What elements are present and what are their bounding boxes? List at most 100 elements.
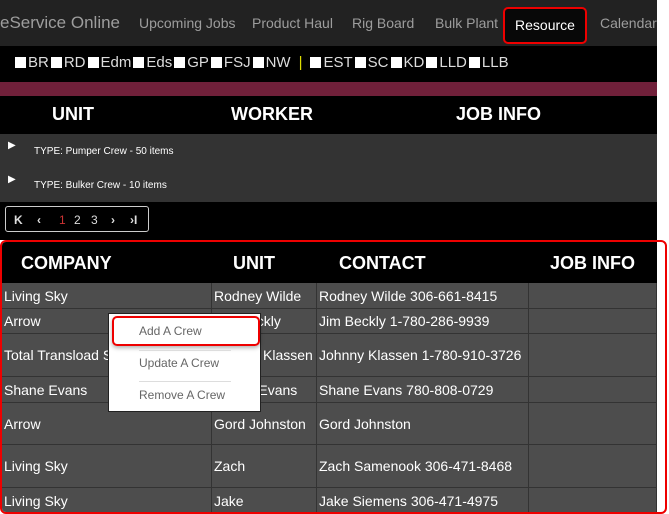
filter-label: SC: [367, 54, 389, 71]
table-row[interactable]: Total Transload Services Johnny Klassen Jo…: [2, 334, 657, 377]
filter-edm[interactable]: Edm: [87, 54, 132, 71]
col-unit[interactable]: UNIT: [52, 104, 94, 125]
filter-rd[interactable]: RD: [50, 54, 86, 71]
filter-br[interactable]: BR: [15, 54, 49, 71]
crew-grid: COMPANY UNIT CONTACT JOB INFO Living Sky…: [0, 240, 667, 514]
last-page-button[interactable]: ›I: [130, 213, 137, 227]
col-worker[interactable]: WORKER: [231, 104, 313, 125]
cell-company: Living Sky: [2, 283, 212, 308]
cell-contact: Shane Evans 780-808-0729: [317, 377, 529, 402]
nav-rig-board[interactable]: Rig Board: [352, 15, 414, 31]
filter-label: Eds: [146, 54, 173, 71]
table-row[interactable]: ArrowJim BecklyJim Beckly 1-780-286-9939: [2, 309, 657, 334]
filter-label: BR: [28, 54, 49, 71]
filter-fsj[interactable]: FSJ: [210, 54, 251, 71]
checkbox[interactable]: [133, 57, 145, 68]
context-menu: Add A Crew Update A Crew Remove A Crew: [108, 313, 261, 412]
checkbox[interactable]: [210, 57, 222, 68]
table-row[interactable]: Shane EvansShane EvansShane Evans 780-80…: [2, 377, 657, 403]
page-2[interactable]: 2: [74, 213, 81, 227]
filter-label: KD: [403, 54, 425, 71]
cell-unit: Rodney Wilde: [212, 283, 317, 308]
nav-calendar[interactable]: Calendar: [600, 15, 657, 31]
checkbox[interactable]: [15, 57, 26, 68]
resource-table-header: UNIT WORKER JOB INFO: [0, 96, 657, 134]
cell-contact: Rodney Wilde 306-661-8415: [317, 283, 529, 308]
col-unit[interactable]: UNIT: [233, 253, 275, 274]
group-row-pumper[interactable]: ▶ TYPE: Pumper Crew - 50 items: [0, 134, 657, 168]
cell-job: [529, 334, 657, 376]
group-label: TYPE: Bulker Crew - 10 items: [34, 180, 167, 191]
divider-band: [0, 82, 657, 96]
filter-llb[interactable]: LLB: [468, 54, 509, 71]
nav-resource[interactable]: Resource: [503, 7, 587, 44]
cell-contact: Jim Beckly 1-780-286-9939: [317, 309, 529, 333]
district-filters: BR RD Edm Eds GP FSJ NW | EST SC KD LLD LLB: [0, 46, 657, 82]
first-page-button[interactable]: K: [14, 213, 23, 227]
col-contact[interactable]: CONTACT: [339, 253, 426, 274]
checkbox[interactable]: [426, 57, 438, 68]
menu-divider: [139, 381, 231, 382]
nav-product-haul[interactable]: Product Haul: [252, 15, 333, 31]
filter-label: EST: [323, 54, 353, 71]
checkbox[interactable]: [390, 57, 402, 68]
group-row-bulker[interactable]: ▶ TYPE: Bulker Crew - 10 items: [0, 168, 657, 202]
cell-contact: Zach Samenook 306-471-8468: [317, 445, 529, 487]
menu-remove-crew[interactable]: Remove A Crew: [139, 388, 225, 402]
brand-link[interactable]: eService Online: [0, 13, 120, 33]
menu-update-crew[interactable]: Update A Crew: [139, 356, 219, 370]
filter-lld[interactable]: LLD: [426, 54, 467, 71]
filter-label: Edm: [100, 54, 132, 71]
top-nav: eService Online Upcoming Jobs Product Ha…: [0, 0, 657, 46]
checkbox[interactable]: [174, 57, 186, 68]
cell-contact: Jake Siemens 306-471-4975: [317, 488, 529, 512]
cell-job: [529, 309, 657, 333]
nav-upcoming-jobs[interactable]: Upcoming Jobs: [139, 15, 236, 31]
table-row[interactable]: Living Sky Jake Jake Siemens 306-471-4975: [2, 488, 657, 512]
checkbox[interactable]: [50, 57, 62, 68]
cell-company: Living Sky: [2, 445, 212, 487]
page-1[interactable]: 1: [59, 213, 66, 227]
cell-job: [529, 403, 657, 444]
filter-kd[interactable]: KD: [390, 54, 425, 71]
grid-header: COMPANY UNIT CONTACT JOB INFO: [2, 242, 657, 283]
prev-page-button[interactable]: ‹: [37, 213, 41, 227]
table-row[interactable]: Arrow Gord Johnston Gord Johnston: [2, 403, 657, 445]
next-page-button[interactable]: ›: [111, 213, 115, 227]
cell-job: [529, 445, 657, 487]
page-3[interactable]: 3: [91, 213, 98, 227]
filter-sc[interactable]: SC: [354, 54, 389, 71]
table-row[interactable]: Living Sky Rodney Wilde Rodney Wilde 306-6…: [2, 283, 657, 309]
cell-job: [529, 377, 657, 402]
checkbox[interactable]: [310, 57, 322, 68]
col-company[interactable]: COMPANY: [21, 253, 112, 274]
menu-add-crew[interactable]: Add A Crew: [139, 324, 202, 338]
filter-eds[interactable]: Eds: [133, 54, 172, 71]
menu-divider: [139, 350, 231, 351]
pager: K ‹ 1 2 3 › ›I: [5, 206, 149, 232]
cell-contact: Johnny Klassen 1-780-910-3726: [317, 334, 529, 376]
filter-separator: |: [298, 54, 303, 71]
cell-unit: Jake: [212, 488, 317, 512]
checkbox[interactable]: [252, 57, 264, 68]
cell-company: Living Sky: [2, 488, 212, 512]
filter-gp[interactable]: GP: [174, 54, 209, 71]
nav-bulk-plant[interactable]: Bulk Plant: [435, 15, 498, 31]
expand-icon[interactable]: ▶: [8, 174, 16, 185]
filter-label: RD: [63, 54, 86, 71]
checkbox[interactable]: [354, 57, 366, 68]
col-job-info[interactable]: JOB INFO: [550, 253, 635, 274]
checkbox[interactable]: [468, 57, 480, 68]
cell-unit: Zach: [212, 445, 317, 487]
filter-label: LLB: [481, 54, 509, 71]
table-row[interactable]: Living Sky Zach Zach Samenook 306-471-8468: [2, 445, 657, 488]
cell-contact: Gord Johnston: [317, 403, 529, 444]
filter-label: GP: [187, 54, 209, 71]
expand-icon[interactable]: ▶: [8, 140, 16, 151]
group-label: TYPE: Pumper Crew - 50 items: [34, 146, 174, 157]
checkbox[interactable]: [87, 57, 99, 68]
filter-label: NW: [265, 54, 291, 71]
filter-est[interactable]: EST: [310, 54, 353, 71]
col-job-info[interactable]: JOB INFO: [456, 104, 541, 125]
filter-nw[interactable]: NW: [252, 54, 291, 71]
